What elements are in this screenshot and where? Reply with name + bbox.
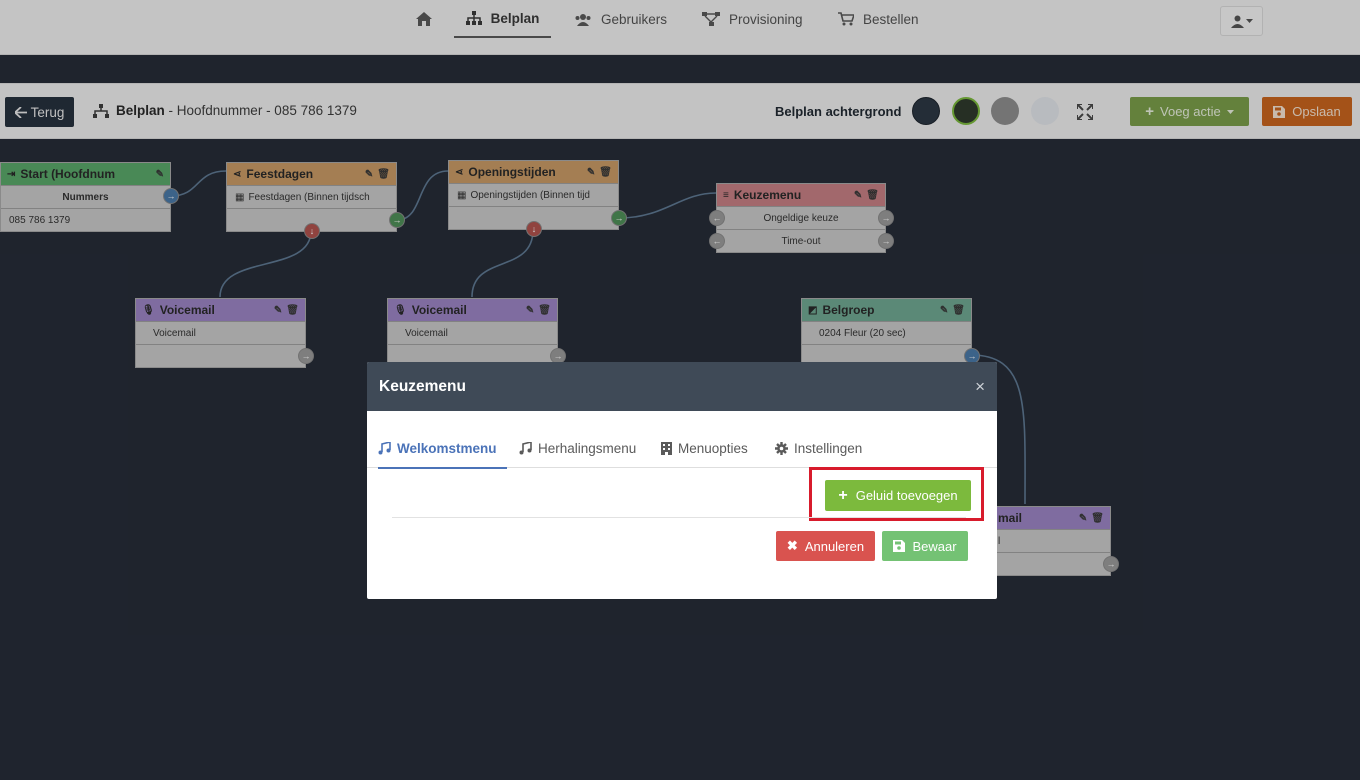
tab-welkomstmenu[interactable]: Welkomstmenu (378, 429, 507, 469)
music-icon (519, 442, 532, 455)
dialog-title: Keuzemenu (379, 377, 466, 395)
close-icon[interactable]: × (975, 377, 985, 397)
gear-icon (775, 442, 788, 455)
tab-welkomstmenu-label: Welkomstmenu (397, 440, 497, 456)
tab-instellingen-label: Instellingen (794, 441, 863, 456)
add-sound-button[interactable]: + Geluid toevoegen (825, 480, 971, 511)
add-sound-label: Geluid toevoegen (855, 488, 958, 503)
tab-herhalingsmenu[interactable]: Herhalingsmenu (519, 429, 636, 468)
dialog-header: Keuzemenu × (367, 362, 997, 411)
tab-herhalingsmenu-label: Herhalingsmenu (538, 441, 637, 456)
tab-menuopties-label: Menuopties (678, 441, 748, 456)
music-icon (378, 441, 391, 454)
save-label: Bewaar (912, 538, 957, 554)
tab-instellingen[interactable]: Instellingen (775, 429, 862, 468)
dialog-tabs: Welkomstmenu Herhalingsmenu Menuopties I… (367, 429, 997, 469)
save-button[interactable]: Bewaar (882, 531, 968, 561)
close-icon: ✖ (786, 538, 798, 553)
building-icon (661, 442, 672, 455)
cancel-button[interactable]: ✖ Annuleren (776, 531, 875, 561)
tab-menuopties[interactable]: Menuopties (661, 429, 748, 468)
dialog-divider (392, 517, 966, 518)
cancel-label: Annuleren (804, 538, 865, 554)
plus-icon: + (838, 486, 848, 504)
floppy-icon (893, 540, 906, 552)
